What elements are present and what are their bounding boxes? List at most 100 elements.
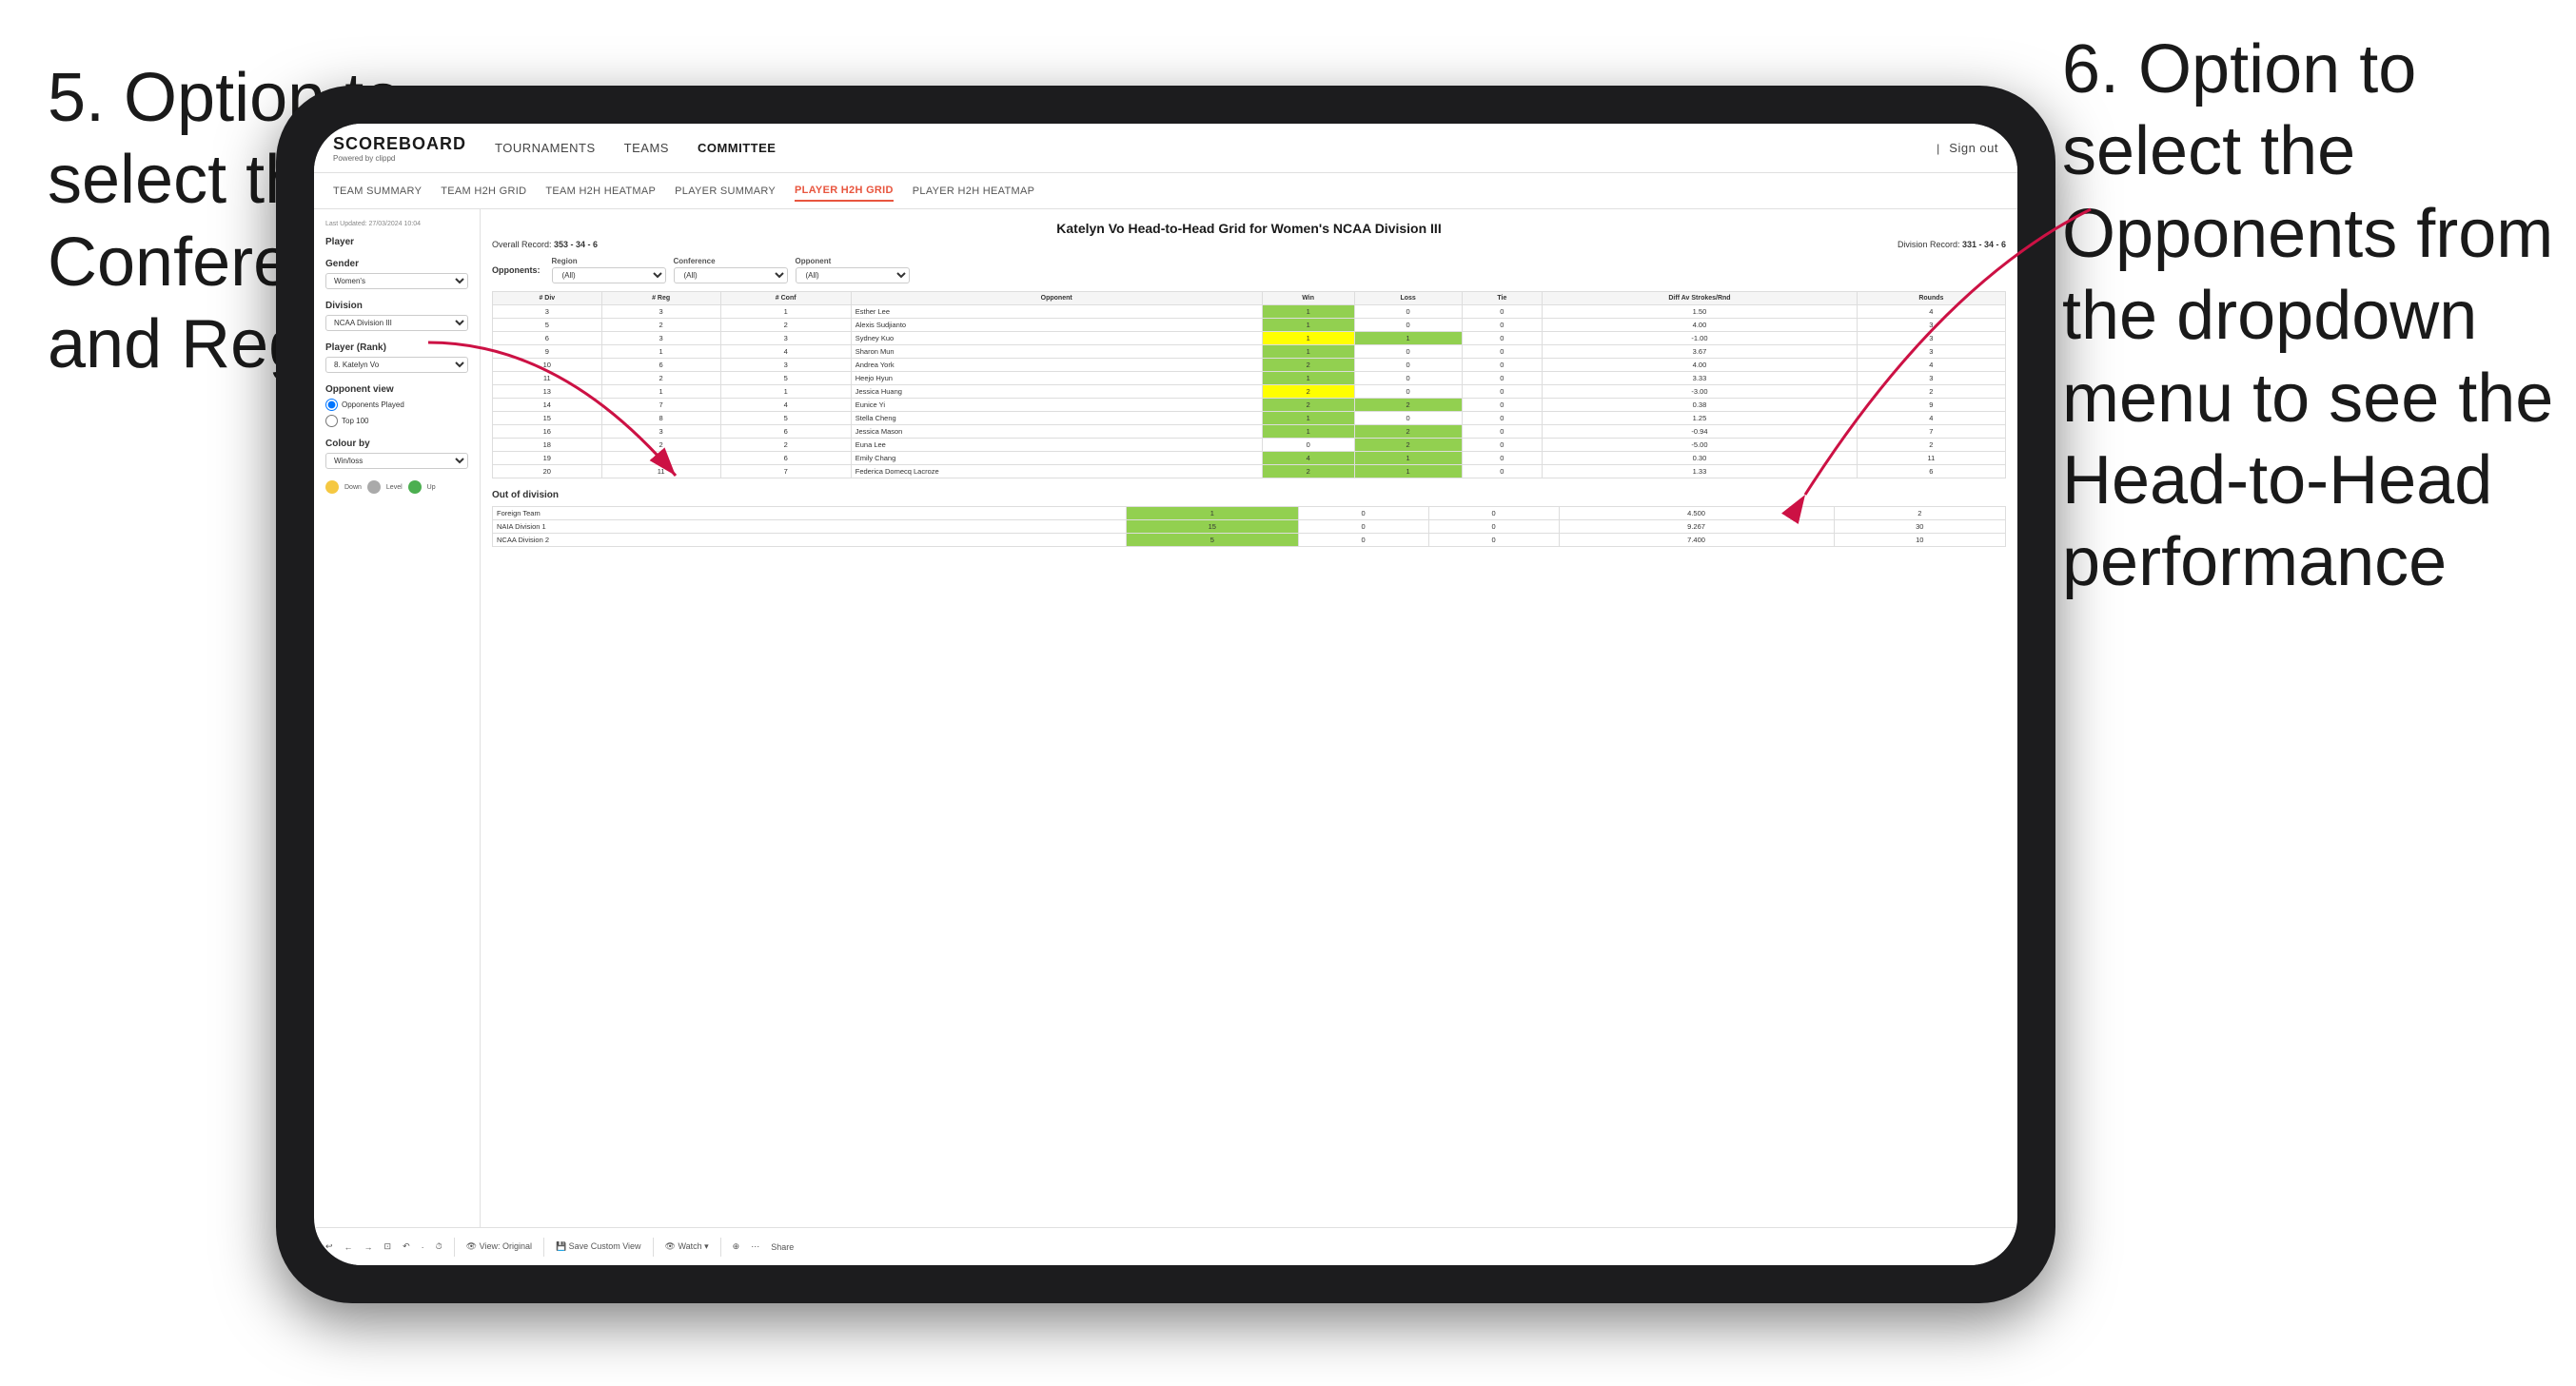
logo-title: SCOREBOARD [333,134,466,154]
cell-name: Esther Lee [851,305,1262,319]
subnav-player-h2h-heatmap[interactable]: PLAYER H2H HEATMAP [913,182,1034,201]
cell-conf: 4 [720,345,851,359]
cell-diff: 1.25 [1543,412,1858,425]
filter-conference-group: Conference (All) [674,257,788,283]
cell-tie: 0 [1462,385,1543,399]
sidebar: Last Updated: 27/03/2024 10:04 Player Ge… [314,209,481,1227]
cell-conf: 5 [720,372,851,385]
cell-reg: 3 [601,425,720,439]
toolbar-more[interactable]: ⋯ [751,1241,759,1252]
cell-win: 1 [1262,412,1354,425]
cell-rounds: 4 [1857,359,2005,372]
nav-tournaments[interactable]: TOURNAMENTS [495,137,596,159]
cell-win: 1 [1262,332,1354,345]
cell-conf: 2 [720,439,851,452]
sign-out-button[interactable]: Sign out [1949,137,1998,159]
col-tie: Tie [1462,292,1543,305]
sidebar-radio-opponents-played[interactable]: Opponents Played [325,399,468,411]
cell-div: 3 [493,305,602,319]
toolbar-back[interactable]: ← [344,1242,353,1252]
ood-cell-diff: 7.400 [1559,534,1834,547]
filter-opponent-group: Opponent (All) [796,257,910,283]
cell-div: 9 [493,345,602,359]
toolbar-watch[interactable]: 👁 Watch ▾ [665,1241,709,1252]
cell-reg: 1 [601,345,720,359]
subnav-player-summary[interactable]: PLAYER SUMMARY [675,182,776,201]
sidebar-player-rank-label: Player (Rank) [325,342,468,353]
subnav-player-h2h-grid[interactable]: PLAYER H2H GRID [795,181,894,202]
cell-conf: 7 [720,465,851,478]
cell-conf: 1 [720,305,851,319]
ood-cell-tie: 0 [1428,534,1559,547]
toolbar-undo[interactable]: ↩ [325,1241,333,1252]
sidebar-division-select[interactable]: NCAA Division III [325,315,468,331]
cell-reg: 11 [601,465,720,478]
toolbar-share-icon[interactable]: ⊕ [733,1241,740,1252]
cell-name: Euna Lee [851,439,1262,452]
colour-up-label: Up [427,484,436,491]
toolbar-refresh[interactable]: ↶ [403,1241,410,1252]
filter-region-select[interactable]: (All) [552,267,666,283]
toolbar-view-original[interactable]: 👁 View: Original [466,1241,532,1252]
tablet-device: SCOREBOARD Powered by clippd TOURNAMENTS… [276,86,2055,1303]
cell-loss: 0 [1354,385,1462,399]
cell-win: 2 [1262,359,1354,372]
table-row: 20 11 7 Federica Domecq Lacroze 2 1 0 1.… [493,465,2006,478]
sidebar-colour-select[interactable]: Win/loss [325,453,468,469]
subnav-team-h2h-grid[interactable]: TEAM H2H GRID [441,182,526,201]
sidebar-division-label: Division [325,301,468,311]
subnav-team-h2h-heatmap[interactable]: TEAM H2H HEATMAP [545,182,656,201]
main-content: Last Updated: 27/03/2024 10:04 Player Ge… [314,209,2017,1227]
ood-cell-name: NAIA Division 1 [493,520,1127,534]
sidebar-player-label: Player [325,237,468,247]
cell-name: Heejo Hyun [851,372,1262,385]
cell-rounds: 2 [1857,385,2005,399]
table-row: 14 7 4 Eunice Yi 2 2 0 0.38 9 [493,399,2006,412]
ood-cell-loss: 0 [1298,520,1428,534]
nav-teams[interactable]: TEAMS [624,137,669,159]
toolbar-clock[interactable]: ⏱ [436,1241,442,1252]
table-row: 15 8 5 Stella Cheng 1 0 0 1.25 4 [493,412,2006,425]
nav-committee[interactable]: COMMITTEE [698,137,777,159]
ood-cell-tie: 0 [1428,520,1559,534]
cell-name: Andrea York [851,359,1262,372]
toolbar-share[interactable]: Share [771,1242,794,1252]
cell-div: 6 [493,332,602,345]
cell-diff: 1.50 [1543,305,1858,319]
ood-cell-tie: 0 [1428,507,1559,520]
cell-div: 18 [493,439,602,452]
sidebar-gender-label: Gender [325,259,468,269]
table-row: 10 6 3 Andrea York 2 0 0 4.00 4 [493,359,2006,372]
toolbar-dot[interactable]: · [422,1242,424,1252]
cell-tie: 0 [1462,372,1543,385]
sidebar-player-rank-select[interactable]: 8. Katelyn Vo [325,357,468,373]
cell-rounds: 11 [1857,452,2005,465]
page-title: Katelyn Vo Head-to-Head Grid for Women's… [492,221,2006,236]
colour-up [408,480,422,494]
cell-tie: 0 [1462,345,1543,359]
filter-conference-select[interactable]: (All) [674,267,788,283]
cell-tie: 0 [1462,319,1543,332]
cell-div: 16 [493,425,602,439]
filter-opponent-select[interactable]: (All) [796,267,910,283]
cell-reg: 8 [601,412,720,425]
ood-cell-rounds: 30 [1834,520,2005,534]
sidebar-gender-select[interactable]: Women's [325,273,468,289]
cell-div: 20 [493,465,602,478]
subnav-team-summary[interactable]: TEAM SUMMARY [333,182,422,201]
sidebar-colour-label: Colour by [325,439,468,449]
cell-rounds: 9 [1857,399,2005,412]
toolbar-forward[interactable]: → [364,1242,373,1252]
toolbar-grid[interactable]: ⊡ [384,1241,392,1252]
sidebar-radio-top100[interactable]: Top 100 [325,415,468,427]
ood-cell-win: 15 [1127,520,1298,534]
annotation-right: 6. Option to select the Opponents from t… [2062,29,2557,604]
cell-win: 1 [1262,319,1354,332]
cell-name: Jessica Mason [851,425,1262,439]
toolbar-save-custom[interactable]: 💾 Save Custom View [556,1241,641,1252]
sidebar-player: Player [325,237,468,247]
cell-diff: -1.00 [1543,332,1858,345]
cell-name: Sharon Mun [851,345,1262,359]
col-diff: Diff Av Strokes/Rnd [1543,292,1858,305]
ood-cell-diff: 4.500 [1559,507,1834,520]
